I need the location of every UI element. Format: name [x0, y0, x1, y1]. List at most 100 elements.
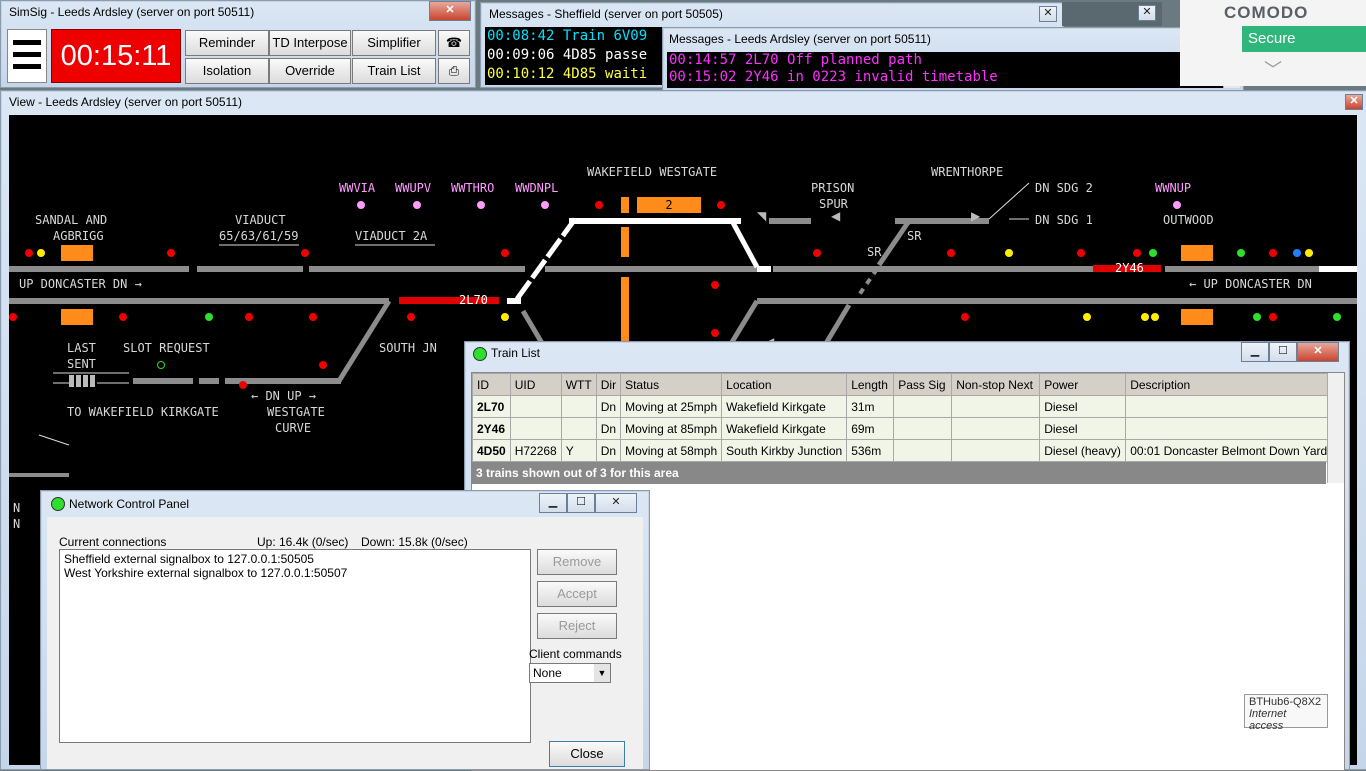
train-list-button[interactable]: Train List — [352, 58, 436, 84]
signal-yellow[interactable] — [1005, 249, 1013, 257]
signal-red[interactable] — [1269, 249, 1277, 257]
signal-red[interactable] — [947, 249, 955, 257]
col-pass-sig[interactable]: Pass Sig — [893, 373, 953, 396]
signal-green[interactable] — [1333, 313, 1341, 321]
network-control-panel: Network Control Panel ▁ ☐ ✕ Current conn… — [40, 490, 650, 770]
cell-status: Moving at 25mph — [620, 395, 723, 418]
signal-yellow[interactable] — [37, 249, 45, 257]
signal-red[interactable] — [119, 313, 127, 321]
signal-red[interactable] — [711, 329, 719, 337]
background-close-button[interactable]: ✕ — [1138, 5, 1156, 21]
printer-button[interactable]: ⎙ — [438, 58, 470, 84]
cell-description — [1125, 417, 1336, 440]
network-panel-minimize-button[interactable]: ▁ — [539, 493, 567, 513]
signal-red[interactable] — [239, 381, 247, 389]
list-item[interactable]: West Yorkshire external signalbox to 127… — [64, 566, 526, 580]
signal-red[interactable] — [301, 249, 309, 257]
cell-pass-sig — [893, 417, 953, 440]
signal-red[interactable] — [167, 249, 175, 257]
signal-red[interactable] — [1133, 249, 1141, 257]
comodo-brand: COMODO — [1224, 3, 1309, 22]
train-list-scrollbar[interactable] — [1327, 373, 1344, 483]
slot-request-indicator[interactable] — [157, 361, 165, 369]
cell-power: Diesel — [1039, 395, 1127, 418]
signal-yellow[interactable] — [1305, 249, 1313, 257]
signal-red[interactable] — [9, 313, 17, 321]
col-description[interactable]: Description — [1125, 373, 1336, 396]
signal-red[interactable] — [717, 201, 725, 209]
table-row[interactable]: 4D50 H72268 Y Dn Moving at 58mph South K… — [472, 439, 1336, 462]
cell-id: 2L70 — [472, 395, 511, 418]
isolation-button[interactable]: Isolation — [185, 58, 269, 84]
col-length[interactable]: Length — [846, 373, 895, 396]
reminder-button[interactable]: Reminder — [185, 30, 269, 56]
signal-green[interactable] — [1237, 249, 1245, 257]
signal-green[interactable] — [1149, 249, 1157, 257]
connections-list[interactable]: Sheffield external signalbox to 127.0.0.… — [59, 549, 531, 743]
train-list-minimize-button[interactable]: ▁ — [1241, 342, 1269, 362]
signal-yellow[interactable] — [1141, 313, 1149, 321]
cell-pass-sig — [893, 439, 953, 462]
signal-arrow: ◥ — [757, 209, 767, 223]
list-item[interactable]: Sheffield external signalbox to 127.0.0.… — [64, 552, 526, 566]
col-power[interactable]: Power — [1039, 373, 1127, 396]
col-status[interactable]: Status — [620, 373, 723, 396]
col-location[interactable]: Location — [721, 373, 848, 396]
signal-yellow[interactable] — [1151, 313, 1159, 321]
col-dir[interactable]: Dir — [595, 373, 622, 396]
signal-yellow[interactable] — [1083, 313, 1091, 321]
signal-red[interactable] — [711, 281, 719, 289]
upload-stat: Up: 16.4k (0/sec) — [257, 535, 349, 549]
train-list-close-button[interactable]: ✕ — [1297, 342, 1339, 362]
table-row[interactable]: 2Y46 Dn Moving at 85mph Wakefield Kirkga… — [472, 417, 1336, 440]
signal-red[interactable] — [1077, 249, 1085, 257]
signal-blue[interactable] — [1293, 249, 1301, 257]
client-commands-value: None — [533, 666, 562, 680]
berth-2l70[interactable]: 2L70 — [459, 293, 488, 307]
signal-red[interactable] — [407, 313, 415, 321]
signal-yellow[interactable] — [501, 313, 509, 321]
col-wtt[interactable]: WTT — [560, 373, 597, 396]
chevron-down-icon[interactable]: ﹀ — [1264, 56, 1282, 82]
menu-button[interactable] — [7, 29, 47, 83]
remove-button[interactable]: Remove — [537, 549, 617, 575]
train-list-maximize-button[interactable]: ☐ — [1269, 342, 1297, 362]
signal-red[interactable] — [245, 313, 253, 321]
col-id[interactable]: ID — [472, 373, 511, 396]
chevron-down-icon[interactable]: ▼ — [594, 664, 610, 682]
signal-red[interactable] — [813, 249, 821, 257]
cell-location: Wakefield Kirkgate — [721, 395, 848, 418]
berth-2y46[interactable]: 2Y46 — [1115, 261, 1144, 275]
client-commands-select[interactable]: None ▼ — [529, 663, 611, 683]
signal-red[interactable] — [25, 249, 33, 257]
simplifier-button[interactable]: Simplifier — [352, 30, 436, 56]
cell-id: 4D50 — [472, 439, 511, 462]
signal-red[interactable] — [595, 201, 603, 209]
col-uid[interactable]: UID — [509, 373, 562, 396]
signal-red[interactable] — [1269, 313, 1277, 321]
accept-button[interactable]: Accept — [537, 581, 617, 607]
signal-red[interactable] — [309, 313, 317, 321]
cell-id: 2Y46 — [472, 417, 511, 440]
simsig-close-button[interactable]: ✕ — [429, 1, 471, 21]
messages-sheffield-close-button[interactable]: ✕ — [1039, 6, 1057, 22]
network-panel-close-button[interactable]: ✕ — [595, 493, 637, 513]
phone-button[interactable]: ☎ — [438, 30, 470, 56]
signal-red[interactable] — [319, 361, 327, 369]
signal-red[interactable] — [501, 249, 509, 257]
messages-leeds-window: Messages - Leeds Ardsley (server on port… — [662, 27, 1244, 93]
td-interpose-button[interactable]: TD Interpose — [269, 30, 351, 56]
cell-status: Moving at 85mph — [620, 417, 723, 440]
track-siding — [988, 182, 1030, 220]
col-non-stop-next[interactable]: Non-stop Next — [951, 373, 1041, 396]
override-button[interactable]: Override — [269, 58, 351, 84]
reject-button[interactable]: Reject — [537, 613, 617, 639]
signal-red[interactable] — [961, 313, 969, 321]
track-diagonal — [514, 217, 578, 301]
close-button[interactable]: Close — [549, 741, 625, 767]
signal-green[interactable] — [1253, 313, 1261, 321]
signal-green[interactable] — [205, 313, 213, 321]
network-panel-maximize-button[interactable]: ☐ — [567, 493, 595, 513]
view-close-button[interactable]: ✕ — [1345, 94, 1363, 110]
table-row[interactable]: 2L70 Dn Moving at 25mph Wakefield Kirkga… — [472, 395, 1336, 418]
